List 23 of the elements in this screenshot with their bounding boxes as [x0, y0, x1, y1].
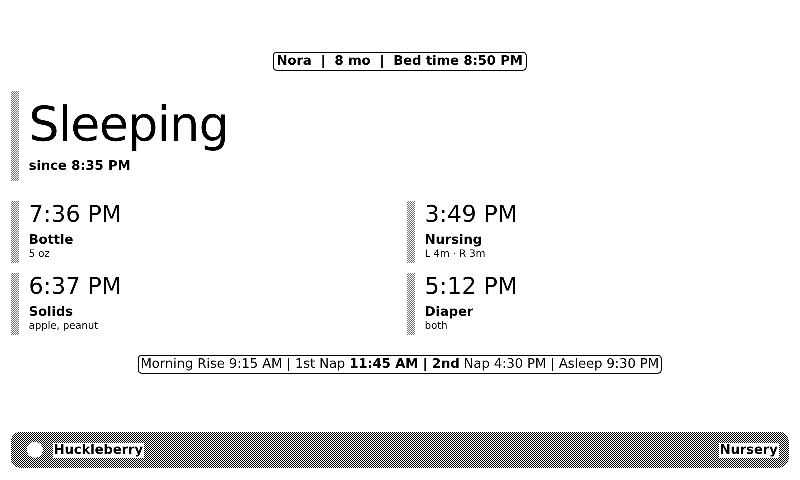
event-time: 7:36 PM [29, 201, 122, 229]
sleep-status: Sleeping [29, 96, 229, 155]
header-info: Nora | 8 mo | Bed time 8:50 PM [272, 52, 528, 71]
accent-bar [11, 273, 19, 335]
accent-bar [407, 273, 415, 335]
event-detail: 5 oz [29, 249, 51, 260]
event-label: Diaper [425, 305, 475, 320]
event-time: 6:37 PM [29, 273, 122, 301]
room-name: Nursery [719, 442, 779, 458]
app-name: Huckleberry [53, 442, 144, 458]
event-label: Nursing [425, 233, 484, 248]
circle-icon [27, 442, 43, 458]
accent-bar [407, 201, 415, 263]
schedule-summary: Morning Rise 9:15 AM | 1st Nap 11:45 AM | 2nd Nap 4:30 PM | Asleep 9:30 PM [138, 355, 662, 374]
event-detail: apple, peanut [29, 321, 100, 332]
accent-bar [11, 201, 19, 263]
event-detail: both [425, 321, 449, 332]
event-label: Solids [29, 305, 74, 320]
event-detail: L 4m · R 3m [425, 249, 487, 260]
event-time: 5:12 PM [425, 273, 518, 301]
event-label: Bottle [29, 233, 75, 248]
event-time: 3:49 PM [425, 201, 518, 229]
status-since: since 8:35 PM [29, 159, 132, 174]
